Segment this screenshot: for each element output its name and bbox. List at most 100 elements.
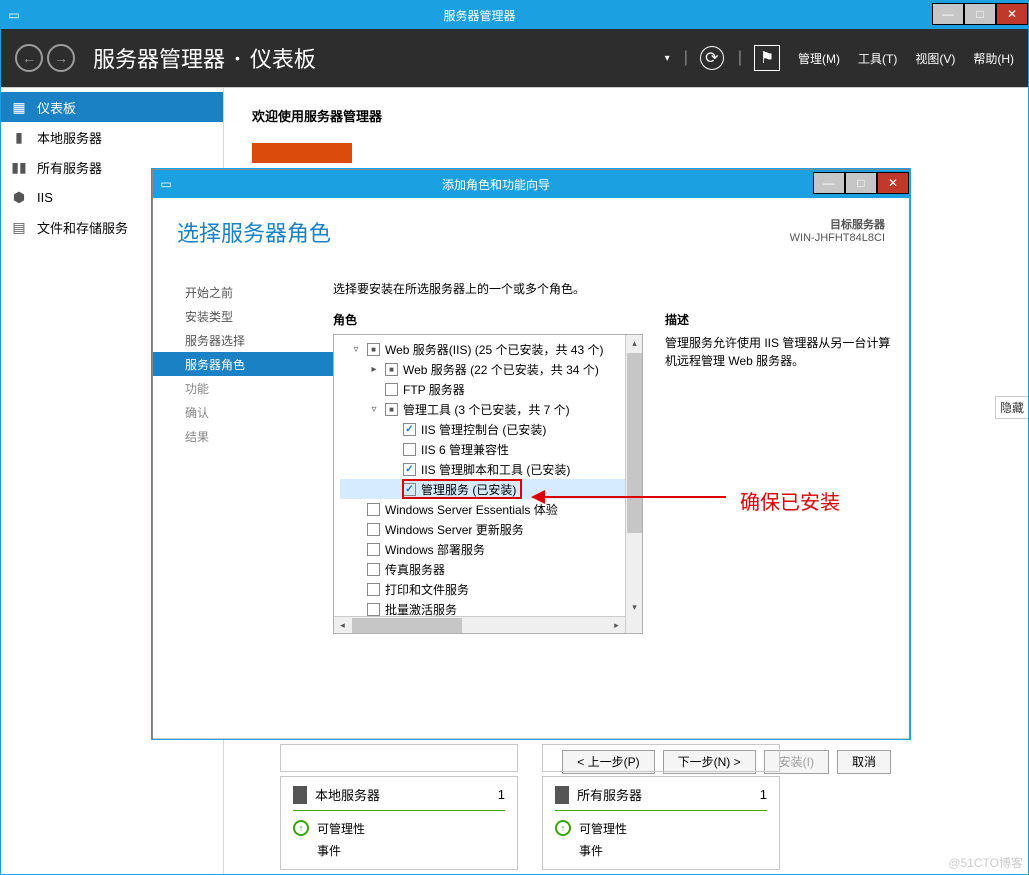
roles-tree[interactable]: ▿Web 服务器(IIS) (25 个已安装，共 43 个) ▸ Web 服务器 (… (333, 334, 643, 634)
minimize-button[interactable]: — (932, 3, 964, 25)
wizard-steps: 开始之前 安装类型 服务器选择 服务器角色 功能 确认 结果 (153, 268, 333, 738)
checkbox[interactable] (403, 443, 416, 456)
maximize-button[interactable]: □ (964, 3, 996, 25)
desc-header: 描述 (665, 311, 891, 328)
tree-item[interactable]: FTP 服务器 (340, 379, 642, 399)
sidebar-label: IIS (37, 190, 53, 205)
main-titlebar[interactable]: ▭ 服务器管理器 — □ ✕ (1, 1, 1028, 29)
checkbox[interactable] (385, 403, 398, 416)
wizard-dialog: ▭ 添加角色和功能向导 — □ ✕ 选择服务器角色 目标服务器 WIN-JHFH… (152, 169, 910, 739)
step-confirm[interactable]: 确认 (179, 400, 333, 424)
tree-item[interactable]: ▿Web 服务器(IIS) (25 个已安装，共 43 个) (340, 339, 642, 359)
expand-toggle-icon[interactable]: ▿ (368, 404, 380, 415)
tile-row-label: 可管理性 (317, 820, 365, 837)
vscroll-thumb[interactable] (627, 353, 642, 533)
expand-toggle-icon[interactable]: ▿ (350, 344, 362, 355)
nav-forward-button[interactable]: → (47, 44, 75, 72)
desc-text: 管理服务允许使用 IIS 管理器从另一台计算机远程管理 Web 服务器。 (665, 334, 891, 370)
wizard-instruction: 选择要安装在所选服务器上的一个或多个角色。 (333, 280, 891, 297)
toolbar-divider: | (684, 49, 688, 67)
wizard-maximize-button[interactable]: □ (845, 172, 877, 194)
expand-toggle-icon[interactable]: ▸ (368, 364, 380, 375)
status-ok-icon: ↑ (555, 820, 571, 836)
sidebar-label: 所有服务器 (37, 158, 102, 177)
nav-back-button[interactable]: ← (15, 44, 43, 72)
sidebar-item-dashboard[interactable]: ▦ 仪表板 (1, 92, 223, 122)
checkbox[interactable] (385, 363, 398, 376)
tree-item[interactable]: ▿ 管理工具 (3 个已安装，共 7 个) (340, 399, 642, 419)
menu-view[interactable]: 视图(V) (915, 50, 955, 67)
checkbox[interactable] (385, 383, 398, 396)
checkbox[interactable] (403, 423, 416, 436)
tree-hscrollbar[interactable]: ◂ ▸ (334, 616, 625, 633)
wizard-app-icon: ▭ (153, 177, 179, 191)
tree-item[interactable]: IIS 管理控制台 (已安装) (340, 419, 642, 439)
checkbox[interactable] (367, 543, 380, 556)
notifications-flag-icon[interactable]: ⚑ (754, 45, 780, 71)
tree-item-label: FTP 服务器 (403, 381, 465, 398)
checkbox[interactable] (367, 583, 380, 596)
tree-item-label: 批量激活服务 (385, 601, 457, 618)
step-server-select[interactable]: 服务器选择 (179, 328, 333, 352)
step-install-type[interactable]: 安装类型 (179, 304, 333, 328)
close-button[interactable]: ✕ (996, 3, 1028, 25)
scroll-down-icon[interactable]: ▾ (627, 599, 642, 616)
sidebar-label: 本地服务器 (37, 128, 102, 147)
status-ok-icon: ↑ (293, 820, 309, 836)
tree-item-label: 管理工具 (3 个已安装，共 7 个) (403, 401, 570, 418)
roles-header: 角色 (333, 311, 643, 328)
tile-count: 1 (498, 787, 505, 802)
step-results[interactable]: 结果 (179, 424, 333, 448)
tree-item-label: Web 服务器 (22 个已安装，共 34 个) (403, 361, 599, 378)
cancel-button[interactable]: 取消 (837, 750, 891, 774)
tree-item[interactable]: IIS 6 管理兼容性 (340, 439, 642, 459)
tree-item[interactable]: ▸ Web 服务器 (22 个已安装，共 34 个) (340, 359, 642, 379)
dashboard-tiles: 本地服务器 1 ↑ 可管理性 事件 所有服务器 1 ↑ 可管理性 事件 (280, 776, 780, 870)
annotation-text: 确保已安装 (740, 486, 840, 515)
toolbar-divider-2: | (738, 49, 742, 67)
scroll-right-icon[interactable]: ▸ (608, 618, 625, 633)
checkbox[interactable] (367, 523, 380, 536)
refresh-icon[interactable]: ⟳ (700, 46, 724, 70)
wizard-minimize-button[interactable]: — (813, 172, 845, 194)
tree-item[interactable]: 传真服务器 (340, 559, 642, 579)
sidebar-item-local-server[interactable]: ▮ 本地服务器 (1, 122, 223, 152)
wizard-titlebar[interactable]: ▭ 添加角色和功能向导 — □ ✕ (153, 170, 909, 198)
tile-all-servers[interactable]: 所有服务器 1 ↑ 可管理性 事件 (542, 776, 780, 870)
tree-item-label: Windows 部署服务 (385, 541, 485, 558)
tree-item-label: IIS 6 管理兼容性 (421, 441, 509, 458)
menu-tools[interactable]: 工具(T) (858, 50, 897, 67)
tree-vscrollbar[interactable]: ▴ ▾ (625, 335, 642, 633)
tree-item[interactable]: Windows 部署服务 (340, 539, 642, 559)
scroll-left-icon[interactable]: ◂ (334, 618, 351, 633)
checkbox[interactable] (403, 483, 416, 496)
step-server-roles[interactable]: 服务器角色 (153, 352, 333, 376)
tree-item[interactable]: IIS 管理脚本和工具 (已安装) (340, 459, 642, 479)
breadcrumb-root[interactable]: 服务器管理器 (93, 42, 225, 74)
step-before-begin[interactable]: 开始之前 (179, 280, 333, 304)
menu-help[interactable]: 帮助(H) (973, 50, 1014, 67)
server-icon: ▮ (11, 129, 27, 145)
tile-placeholder-1 (280, 744, 518, 772)
servers-icon: ▮▮ (11, 159, 27, 175)
step-features[interactable]: 功能 (179, 376, 333, 400)
checkbox[interactable] (403, 463, 416, 476)
checkbox[interactable] (367, 563, 380, 576)
checkbox[interactable] (367, 603, 380, 616)
hidden-tab[interactable]: 隐藏 (995, 396, 1028, 419)
target-label: 目标服务器 (790, 216, 885, 232)
tile-count: 1 (760, 787, 767, 802)
tile-local-server[interactable]: 本地服务器 1 ↑ 可管理性 事件 (280, 776, 518, 870)
checkbox[interactable] (367, 503, 380, 516)
hscroll-thumb[interactable] (352, 618, 462, 633)
annotation-arrow (536, 496, 726, 498)
tree-item[interactable]: Windows Server Essentials 体验 (340, 499, 642, 519)
scroll-up-icon[interactable]: ▴ (627, 335, 642, 352)
checkbox[interactable] (367, 343, 380, 356)
menu-manage[interactable]: 管理(M) (798, 50, 840, 67)
tree-item[interactable]: 打印和文件服务 (340, 579, 642, 599)
tree-item[interactable]: Windows Server 更新服务 (340, 519, 642, 539)
wizard-close-button[interactable]: ✕ (877, 172, 909, 194)
quick-start-tile[interactable] (252, 143, 352, 163)
dropdown-icon[interactable]: ▾ (665, 53, 670, 64)
